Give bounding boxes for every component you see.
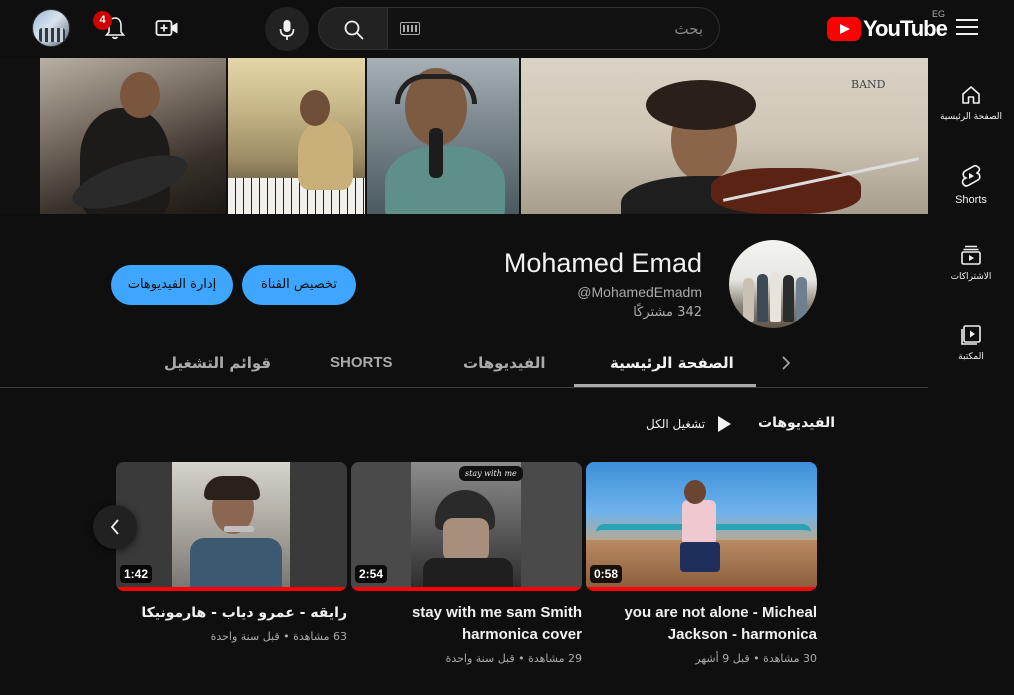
tab-videos[interactable]: الفيديوهات — [463, 354, 546, 372]
video-title[interactable]: رايقه - عمرو دياب - هارمونيكا — [116, 602, 347, 624]
video-duration: 0:58 — [590, 565, 623, 583]
play-all-label: تشغيل الكل — [646, 417, 706, 431]
voice-search-button[interactable] — [265, 7, 309, 51]
masthead: 4 YouTube EG — [0, 0, 1014, 58]
tab-shorts[interactable]: SHORTS — [330, 354, 393, 371]
watch-progress-bar — [351, 587, 582, 591]
guide-item-subscriptions[interactable]: الاشتراكات — [928, 244, 1014, 316]
play-icon — [718, 416, 731, 432]
video-meta: 30 مشاهدة • قبل 9 أشهر — [695, 652, 817, 665]
watch-progress-bar — [586, 587, 817, 591]
tab-playlists[interactable]: قوائم التشغيل — [164, 354, 271, 372]
channel-avatar — [729, 240, 817, 328]
search-button[interactable] — [318, 7, 388, 50]
banner-photo-guitar — [40, 58, 226, 214]
video-thumbnail[interactable]: 1:42 — [116, 462, 347, 591]
menu-icon[interactable] — [956, 19, 978, 37]
upload-age: قبل سنة واحدة — [210, 630, 280, 643]
guide-item-shorts[interactable]: Shorts — [928, 164, 1014, 236]
youtube-play-icon — [827, 17, 861, 41]
view-count: 29 مشاهدة — [528, 652, 582, 665]
channel-tabs: الصفحة الرئيسية الفيديوهات SHORTS قوائم … — [0, 340, 928, 388]
view-count: 63 مشاهدة — [293, 630, 347, 643]
thumbnail-overlay-text: stay with me — [459, 466, 523, 481]
video-thumbnail[interactable]: 0:58 — [586, 462, 817, 591]
account-avatar[interactable] — [32, 9, 70, 47]
video-meta: 63 مشاهدة • قبل سنة واحدة — [210, 630, 347, 643]
video-card[interactable]: 1:42 رايقه - عمرو دياب - هارمونيكا 63 مش… — [116, 462, 347, 643]
view-count: 30 مشاهدة — [763, 652, 817, 665]
video-title[interactable]: stay with me sam Smith harmonica cover — [351, 602, 582, 646]
subscriber-count: 342 مشتركًا — [633, 305, 702, 320]
microphone-icon — [279, 20, 295, 40]
manage-videos-button[interactable]: إدارة الفيديوهات — [111, 265, 233, 305]
guide-item-library[interactable]: المكتبة — [928, 324, 1014, 396]
upload-age: قبل سنة واحدة — [445, 652, 515, 665]
guide-item-label: Shorts — [955, 194, 987, 206]
guide-item-label: المكتبة — [958, 352, 984, 362]
home-icon — [962, 86, 980, 104]
banner-photo-piano — [228, 58, 365, 214]
carousel-previous-button[interactable] — [93, 505, 137, 549]
video-thumbnail[interactable]: stay with me 2:54 — [351, 462, 582, 591]
channel-name: Mohamed Emad — [503, 248, 702, 278]
country-code: EG — [932, 9, 946, 19]
notification-count-badge: 4 — [93, 11, 112, 30]
video-title[interactable]: you are not alone - Micheal Jackson - ha… — [586, 602, 817, 646]
tab-home[interactable]: الصفحة الرئيسية — [610, 354, 734, 372]
library-icon — [961, 325, 981, 345]
video-duration: 1:42 — [120, 565, 153, 583]
video-duration: 2:54 — [355, 565, 388, 583]
banner-photo-violin: BAND — [521, 58, 928, 214]
upload-age: قبل 9 أشهر — [695, 652, 750, 665]
chevron-right-icon[interactable] — [776, 353, 796, 373]
guide-item-label: الصفحة الرئيسية — [939, 112, 1003, 122]
banner-photo-microphone — [367, 58, 519, 214]
youtube-wordmark: YouTube — [863, 16, 948, 41]
create-video-icon[interactable] — [155, 17, 179, 39]
guide-item-label: الاشتراكات — [950, 272, 992, 282]
subscriptions-icon — [961, 245, 981, 265]
guide-item-home[interactable]: الصفحة الرئيسية — [928, 84, 1014, 156]
shorts-icon — [961, 164, 981, 187]
video-meta: 29 مشاهدة • قبل سنة واحدة — [445, 652, 582, 665]
video-card[interactable]: stay with me 2:54 stay with me sam Smith… — [351, 462, 582, 665]
channel-banner: BAND — [0, 58, 928, 214]
search-field — [387, 7, 720, 50]
search-input[interactable] — [433, 18, 703, 40]
chevron-left-icon — [110, 519, 119, 535]
watch-progress-bar — [116, 587, 347, 591]
keyboard-icon[interactable] — [400, 22, 420, 35]
search-icon — [344, 20, 364, 40]
customize-channel-button[interactable]: تخصيص القناة — [242, 265, 356, 305]
channel-handle: @MohamedEmadm — [577, 284, 702, 300]
section-title[interactable]: الفيديوهات — [758, 415, 835, 431]
video-card[interactable]: 0:58 you are not alone - Micheal Jackson… — [586, 462, 817, 665]
active-tab-indicator — [574, 384, 756, 387]
guide-sidebar: الصفحة الرئيسية Shorts الاشتراكات المكتب… — [928, 58, 1014, 695]
